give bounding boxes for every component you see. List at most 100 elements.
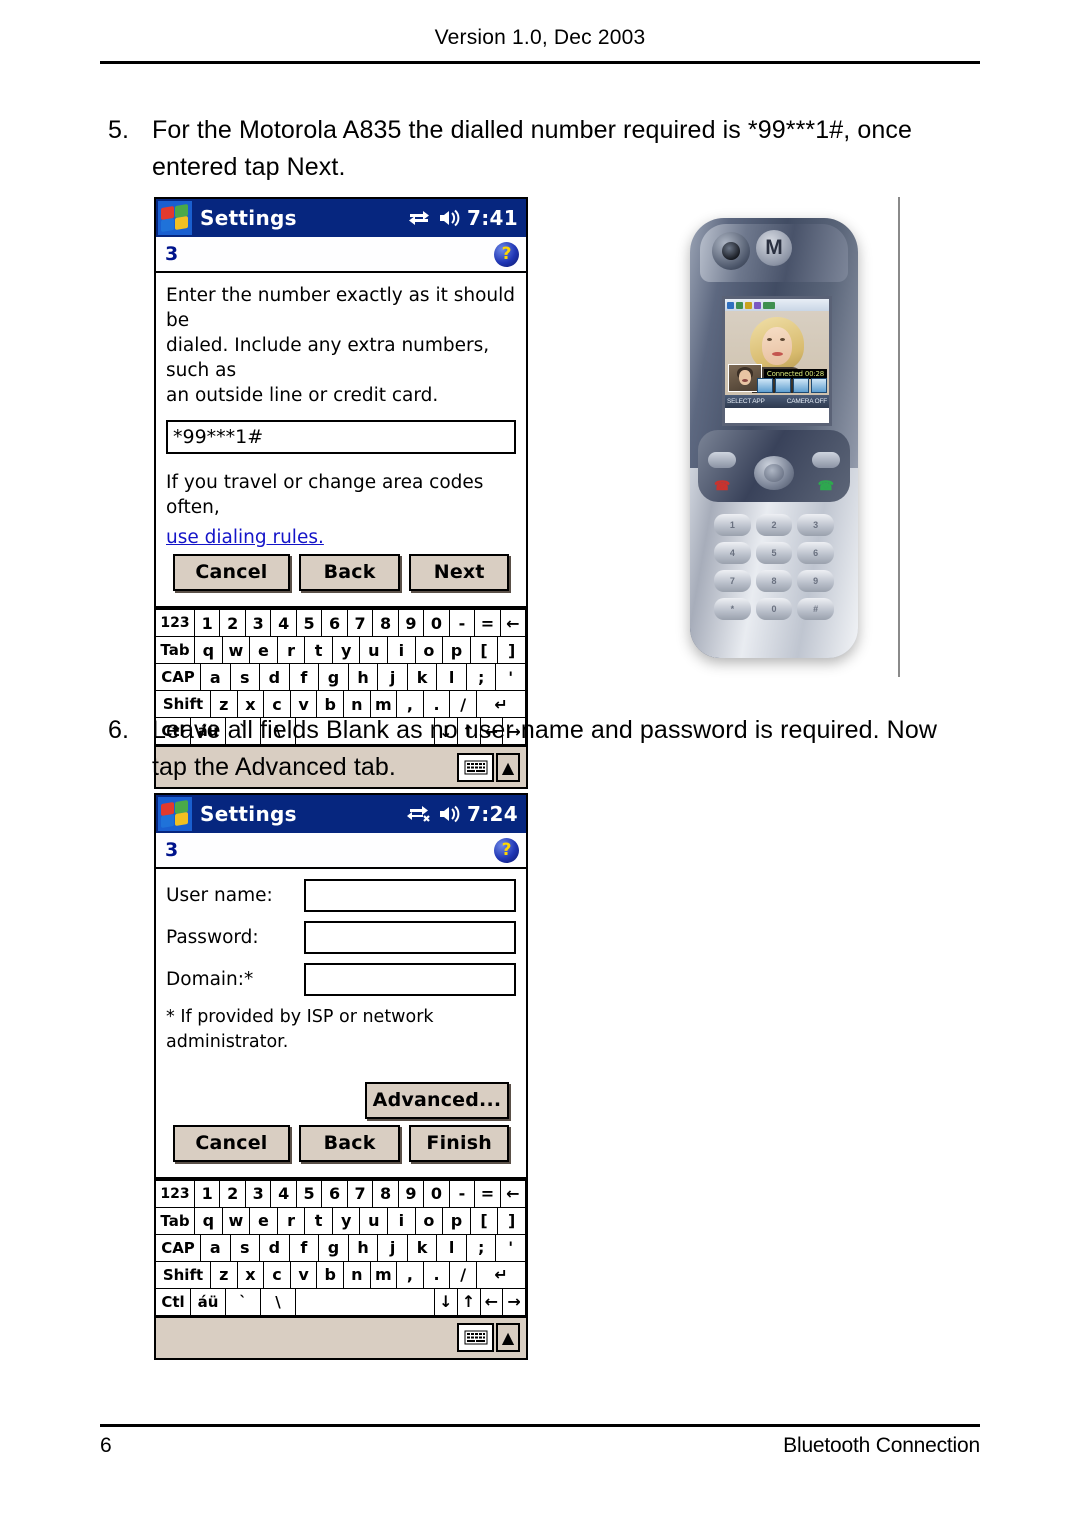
key-7[interactable]: 7 — [346, 1179, 374, 1208]
key-minus[interactable]: - — [448, 609, 476, 637]
key-h[interactable]: h — [347, 1233, 379, 1262]
key-d[interactable]: d — [259, 663, 290, 691]
key-period[interactable]: . — [422, 1260, 451, 1289]
key-slash[interactable]: / — [449, 1260, 477, 1289]
key-o[interactable]: o — [414, 1206, 444, 1235]
enter-icon[interactable]: ↵ — [475, 1260, 526, 1289]
key-bracket-right[interactable]: ] — [497, 1206, 526, 1235]
password-input[interactable] — [304, 921, 516, 954]
key-123[interactable]: 123 — [155, 1179, 195, 1208]
key-bracket-left[interactable]: [ — [469, 636, 499, 664]
key-k[interactable]: k — [406, 663, 438, 691]
key-l[interactable]: l — [436, 1233, 467, 1262]
key-s[interactable]: s — [229, 1233, 261, 1262]
key-bracket-right[interactable]: ] — [497, 636, 526, 664]
key-m[interactable]: m — [369, 1260, 398, 1289]
key-d[interactable]: d — [259, 1233, 290, 1262]
key-apostrophe[interactable]: ' — [495, 1233, 527, 1262]
key-u[interactable]: u — [359, 1206, 389, 1235]
key-k[interactable]: k — [406, 1233, 438, 1262]
key-i[interactable]: i — [387, 1206, 416, 1235]
key-l[interactable]: l — [436, 663, 467, 691]
key-apostrophe[interactable]: ' — [495, 663, 527, 691]
use-dialing-rules-link[interactable]: use dialing rules. — [166, 525, 324, 550]
key-ctl[interactable]: Ctl — [155, 1287, 191, 1316]
key-v[interactable]: v — [289, 1260, 318, 1289]
key-z[interactable]: z — [210, 1260, 238, 1289]
connection-arrows-icon[interactable] — [407, 209, 431, 227]
taskbar-up-arrow-icon[interactable]: ▲ — [496, 1323, 520, 1352]
key-semicolon[interactable]: ; — [465, 663, 497, 691]
key-8[interactable]: 8 — [372, 1179, 399, 1208]
key-6[interactable]: 6 — [321, 609, 348, 637]
key-g[interactable]: g — [318, 1233, 349, 1262]
key-f[interactable]: f — [288, 663, 320, 691]
key-123[interactable]: 123 — [155, 609, 195, 637]
key-8[interactable]: 8 — [372, 609, 399, 637]
key-n[interactable]: n — [342, 1260, 371, 1289]
key-q[interactable]: q — [194, 636, 223, 664]
arrow-right-icon[interactable]: → — [502, 1287, 526, 1316]
key-3[interactable]: 3 — [244, 1179, 272, 1208]
key-equals[interactable]: = — [474, 1179, 501, 1208]
finish-button[interactable]: Finish — [409, 1124, 509, 1162]
key-5[interactable]: 5 — [295, 609, 323, 637]
key-2[interactable]: 2 — [219, 609, 246, 637]
key-e[interactable]: e — [249, 636, 278, 664]
speaker-icon[interactable] — [438, 805, 460, 823]
domain-input[interactable] — [304, 963, 516, 996]
key-o[interactable]: o — [414, 636, 444, 664]
key-y[interactable]: y — [331, 636, 361, 664]
key-a[interactable]: a — [200, 1233, 231, 1262]
keyboard-icon[interactable] — [457, 1323, 494, 1352]
key-2[interactable]: 2 — [219, 1179, 246, 1208]
key-tab[interactable]: Tab — [155, 636, 195, 664]
cancel-button[interactable]: Cancel — [173, 554, 290, 591]
key-y[interactable]: y — [331, 1206, 361, 1235]
key-4[interactable]: 4 — [270, 1179, 297, 1208]
help-icon[interactable]: ? — [494, 241, 519, 267]
key-bracket-left[interactable]: [ — [469, 1206, 499, 1235]
key-cap[interactable]: CAP — [155, 663, 201, 691]
key-c[interactable]: c — [263, 1260, 291, 1289]
user-name-input[interactable] — [304, 879, 516, 912]
key-0[interactable]: 0 — [423, 1179, 450, 1208]
key-q[interactable]: q — [194, 1206, 223, 1235]
key-p[interactable]: p — [442, 1206, 471, 1235]
key-w[interactable]: w — [221, 636, 251, 664]
key-9[interactable]: 9 — [397, 1179, 425, 1208]
key-9[interactable]: 9 — [397, 609, 425, 637]
key-7[interactable]: 7 — [346, 609, 374, 637]
key-j[interactable]: j — [377, 663, 408, 691]
key-s[interactable]: s — [229, 663, 261, 691]
key-r[interactable]: r — [276, 1206, 306, 1235]
key-e[interactable]: e — [249, 1206, 278, 1235]
advanced-button[interactable]: Advanced... — [365, 1081, 509, 1119]
key-w[interactable]: w — [221, 1206, 251, 1235]
connection-disconnected-icon[interactable] — [407, 805, 431, 823]
key-p[interactable]: p — [442, 636, 471, 664]
cancel-button[interactable]: Cancel — [173, 1124, 290, 1162]
arrow-up-icon[interactable]: ↑ — [456, 1287, 481, 1316]
speaker-icon[interactable] — [438, 209, 460, 227]
key-equals[interactable]: = — [474, 609, 501, 637]
key-t[interactable]: t — [304, 636, 333, 664]
key-x[interactable]: x — [236, 1260, 265, 1289]
key-4[interactable]: 4 — [270, 609, 297, 637]
key-1[interactable]: 1 — [194, 1179, 221, 1208]
back-button[interactable]: Back — [298, 1124, 401, 1162]
key-semicolon[interactable]: ; — [465, 1233, 497, 1262]
arrow-down-icon[interactable]: ↓ — [434, 1287, 458, 1316]
backspace-icon[interactable]: ← — [499, 1179, 527, 1208]
key-b[interactable]: b — [316, 1260, 344, 1289]
key-space[interactable] — [295, 1287, 435, 1316]
key-shift[interactable]: Shift — [155, 1260, 211, 1289]
key-a[interactable]: a — [200, 663, 231, 691]
key-g[interactable]: g — [318, 663, 349, 691]
key-i[interactable]: i — [387, 636, 416, 664]
key-0[interactable]: 0 — [423, 609, 450, 637]
backspace-icon[interactable]: ← — [499, 609, 527, 637]
key-u[interactable]: u — [359, 636, 389, 664]
phone-number-input[interactable]: *99***1# — [166, 420, 516, 454]
key-h[interactable]: h — [347, 663, 379, 691]
